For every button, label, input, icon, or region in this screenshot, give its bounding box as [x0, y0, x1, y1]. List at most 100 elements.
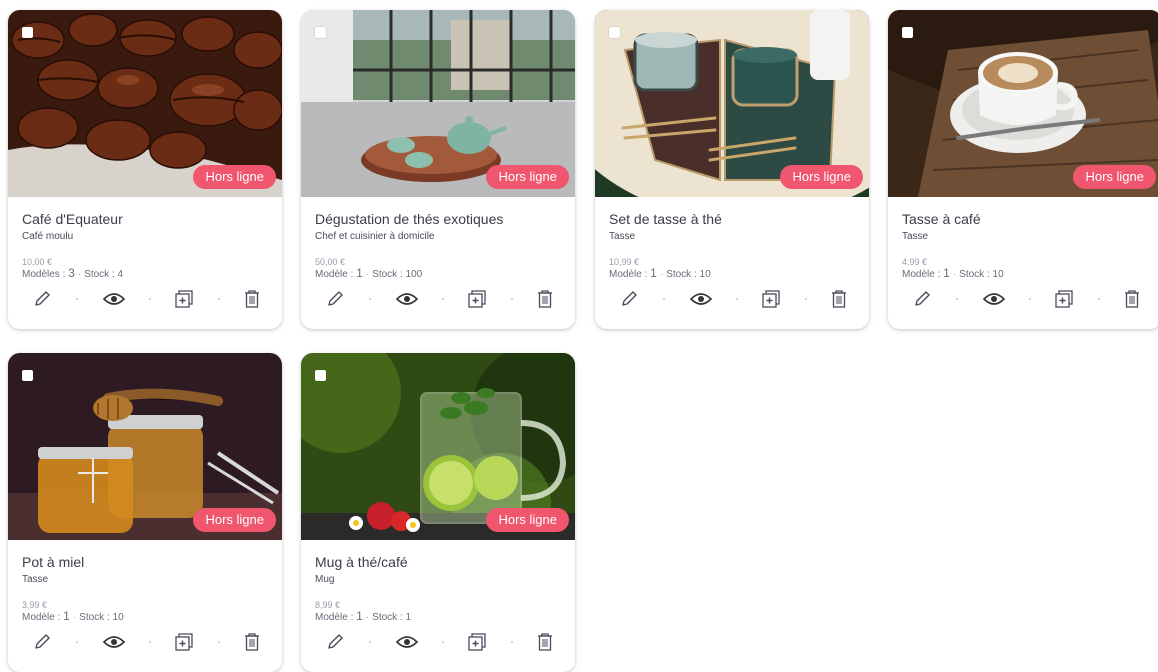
select-checkbox[interactable] [315, 370, 326, 381]
pencil-icon[interactable] [32, 632, 52, 652]
product-grid: Hors ligne Café d'Equateur Café moulu 10… [0, 0, 1158, 672]
product-image[interactable]: Hors ligne [301, 10, 575, 197]
product-category: Chef et cuisinier à domicile [315, 231, 435, 242]
models-label: Modèle : [315, 269, 357, 280]
stock-label: Stock : [84, 269, 118, 280]
duplicate-icon[interactable] [1055, 290, 1073, 308]
product-title[interactable]: Pot à miel [22, 554, 268, 570]
product-stats: Modèle : 1 · Stock : 10 [609, 266, 711, 280]
select-checkbox[interactable] [609, 27, 620, 38]
product-stats: Modèles : 3 · Stock : 4 [22, 266, 124, 280]
eye-icon[interactable] [982, 292, 1005, 306]
product-card[interactable]: Hors ligne Café d'Equateur Café moulu 10… [8, 10, 282, 329]
duplicate-icon[interactable] [175, 633, 193, 651]
status-badge: Hors ligne [193, 508, 276, 532]
product-card[interactable]: Hors ligne Dégustation de thés exotiques… [301, 10, 575, 329]
product-title[interactable]: Tasse à café [902, 211, 1148, 227]
stock-count: 1 [405, 612, 412, 623]
product-category: Tasse [902, 231, 929, 242]
product-stats: Modèle : 1 · Stock : 10 [22, 609, 124, 623]
trash-icon[interactable] [1124, 290, 1140, 308]
product-card[interactable]: Hors ligne Set de tasse à thé Tasse 10,9… [595, 10, 869, 329]
product-image[interactable]: Hors ligne [8, 10, 282, 197]
stock-label: Stock : [959, 269, 993, 280]
pencil-icon[interactable] [619, 289, 639, 309]
select-checkbox[interactable] [22, 27, 33, 38]
stock-label: Stock : [666, 269, 700, 280]
eye-icon[interactable] [689, 292, 712, 306]
models-count: 1 [63, 609, 70, 623]
product-stats: Modèle : 1 · Stock : 10 [902, 266, 1004, 280]
product-title[interactable]: Café d'Equateur [22, 211, 268, 227]
trash-icon[interactable] [244, 633, 260, 651]
trash-icon[interactable] [537, 290, 553, 308]
product-price: 10,00 € [22, 257, 53, 267]
duplicate-icon[interactable] [762, 290, 780, 308]
eye-icon[interactable] [102, 292, 125, 306]
product-price: 50,00 € [315, 257, 346, 267]
card-actions [8, 287, 282, 311]
stock-label: Stock : [372, 612, 406, 623]
models-label: Modèle : [315, 612, 357, 623]
product-image[interactable]: Hors ligne [888, 10, 1158, 197]
models-label: Modèle : [902, 269, 944, 280]
trash-icon[interactable] [537, 633, 553, 651]
models-count: 1 [356, 609, 363, 623]
status-badge: Hors ligne [486, 165, 569, 189]
stock-count: 100 [405, 269, 423, 280]
product-title[interactable]: Dégustation de thés exotiques [315, 211, 561, 227]
eye-icon[interactable] [395, 635, 418, 649]
status-badge: Hors ligne [486, 508, 569, 532]
pencil-icon[interactable] [912, 289, 932, 309]
pencil-icon[interactable] [325, 632, 345, 652]
stock-count: 10 [992, 269, 1004, 280]
models-label: Modèle : [22, 612, 64, 623]
select-checkbox[interactable] [22, 370, 33, 381]
product-category: Tasse [22, 574, 49, 585]
product-image[interactable]: Hors ligne [301, 353, 575, 540]
product-title[interactable]: Set de tasse à thé [609, 211, 855, 227]
trash-icon[interactable] [244, 290, 260, 308]
trash-icon[interactable] [831, 290, 847, 308]
status-badge: Hors ligne [780, 165, 863, 189]
models-count: 3 [68, 266, 75, 280]
product-stats: Modèle : 1 · Stock : 100 [315, 266, 423, 280]
duplicate-icon[interactable] [468, 290, 486, 308]
product-card[interactable]: Hors ligne Mug à thé/café Mug 8,99 € Mod… [301, 353, 575, 672]
card-actions [301, 287, 575, 311]
product-price: 4,99 € [902, 257, 928, 267]
select-checkbox[interactable] [902, 27, 913, 38]
duplicate-icon[interactable] [468, 633, 486, 651]
product-price: 10,99 € [609, 257, 640, 267]
stock-count: 10 [112, 612, 124, 623]
product-category: Tasse [609, 231, 636, 242]
product-stats: Modèle : 1 · Stock : 1 [315, 609, 412, 623]
product-card[interactable]: Hors ligne Tasse à café Tasse 4,99 € Mod… [888, 10, 1158, 329]
product-title[interactable]: Mug à thé/café [315, 554, 561, 570]
pencil-icon[interactable] [32, 289, 52, 309]
pencil-icon[interactable] [325, 289, 345, 309]
product-category: Mug [315, 574, 335, 585]
models-count: 1 [356, 266, 363, 280]
stock-label: Stock : [79, 612, 113, 623]
eye-icon[interactable] [102, 635, 125, 649]
duplicate-icon[interactable] [175, 290, 193, 308]
models-count: 1 [943, 266, 950, 280]
select-checkbox[interactable] [315, 27, 326, 38]
card-actions [888, 287, 1158, 311]
product-image[interactable]: Hors ligne [8, 353, 282, 540]
product-price: 3,99 € [22, 600, 48, 610]
card-actions [595, 287, 869, 311]
models-label: Modèles : [22, 269, 69, 280]
status-badge: Hors ligne [1073, 165, 1156, 189]
product-card[interactable]: Hors ligne Pot à miel Tasse 3,99 € Modèl… [8, 353, 282, 672]
stock-count: 10 [699, 269, 711, 280]
models-label: Modèle : [609, 269, 651, 280]
card-actions [301, 630, 575, 654]
card-actions [8, 630, 282, 654]
product-image[interactable]: Hors ligne [595, 10, 869, 197]
eye-icon[interactable] [395, 292, 418, 306]
product-category: Café moulu [22, 231, 74, 242]
models-count: 1 [650, 266, 657, 280]
status-badge: Hors ligne [193, 165, 276, 189]
